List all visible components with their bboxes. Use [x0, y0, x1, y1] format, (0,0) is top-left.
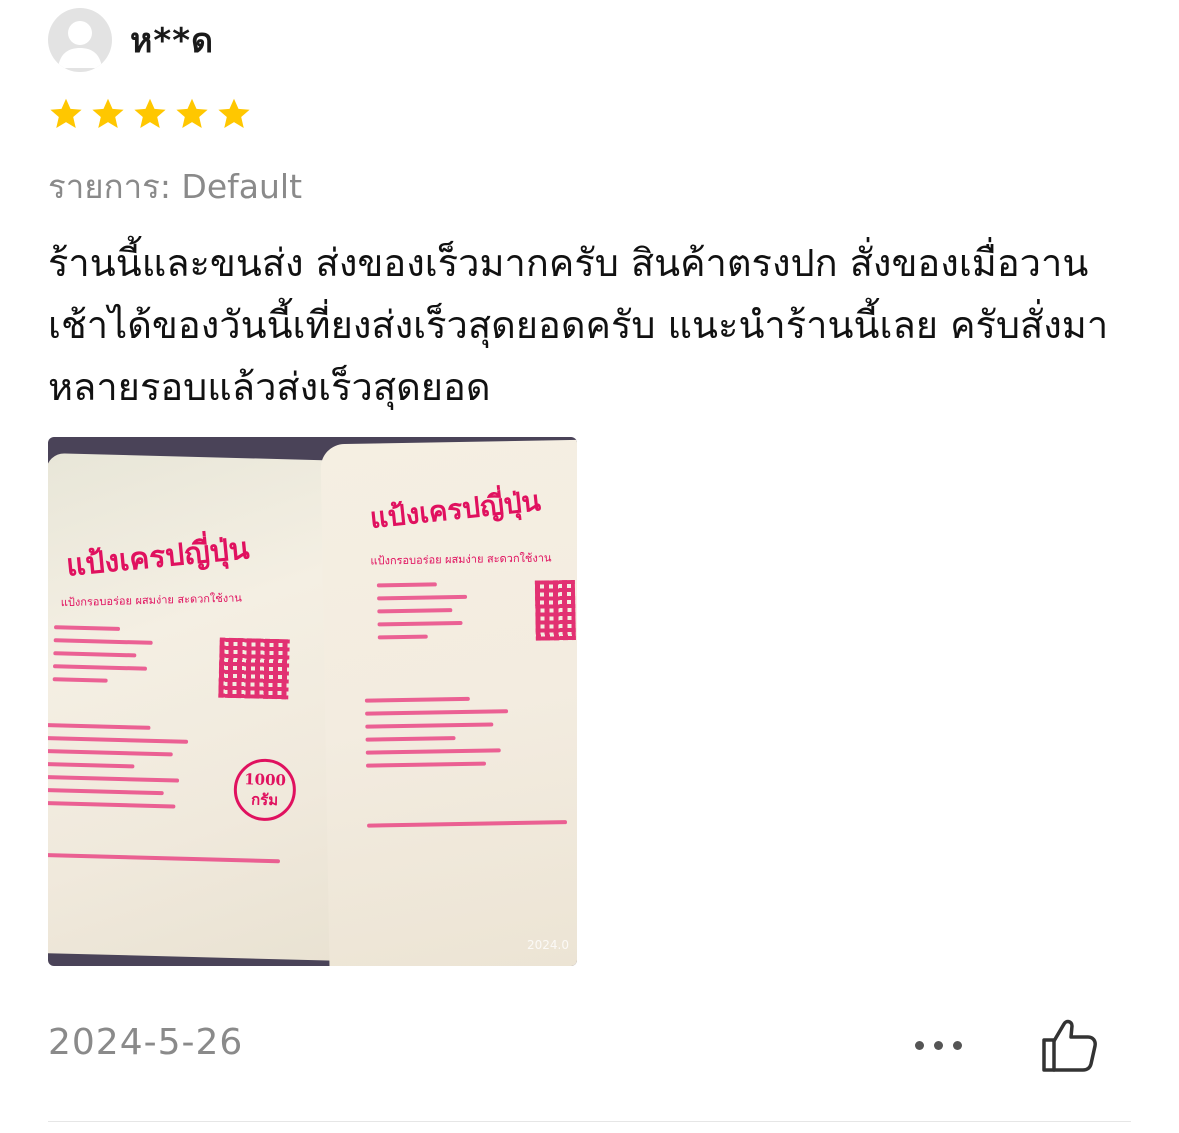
- review-card: ห**ด รายการ: Default ร้านนี้และขนส่ง ส่ง…: [48, 0, 1131, 1133]
- bag-text-lines: [376, 582, 478, 649]
- reviewer-name[interactable]: ห**ด: [130, 13, 214, 67]
- review-text: ร้านนี้และขนส่ง ส่งของเร็วมากครับ สินค้า…: [48, 241, 1109, 409]
- star-icon: [92, 98, 124, 128]
- more-dot: [952, 1040, 962, 1050]
- star-icon: [218, 98, 250, 128]
- bag-title: แป้งเครปญี่ปุ่น: [368, 484, 543, 535]
- user-avatar-icon: [58, 21, 102, 68]
- bag-title: แป้งเครปญี่ปุ่น: [64, 531, 251, 584]
- bag-instructions: [364, 696, 516, 777]
- variant-label: รายการ: Default: [48, 167, 303, 206]
- more-options-button[interactable]: [908, 1020, 968, 1070]
- star-icon: [176, 98, 208, 128]
- rating-stars: [48, 96, 252, 132]
- more-dot: [914, 1040, 924, 1050]
- divider: [48, 1121, 1131, 1122]
- qr-code: [218, 637, 290, 700]
- review-photo[interactable]: แป้งเครปญี่ปุ่น แป้งกรอบอร่อย ผสมง่าย สะ…: [48, 437, 577, 966]
- flour-bag-left: แป้งเครปญี่ปุ่น แป้งกรอบอร่อย ผสมง่าย สะ…: [48, 453, 359, 961]
- review-header: ห**ด: [48, 8, 214, 72]
- star-icon: [50, 98, 82, 128]
- weight-badge: 1000 กรัม: [233, 758, 297, 822]
- bag-text-lines: [52, 625, 164, 693]
- bag-footer-line: [367, 820, 568, 836]
- like-button[interactable]: [1038, 1012, 1098, 1076]
- bag-footer-line: [48, 852, 281, 872]
- bag-subtitle: แป้งกรอบอร่อย ผสมง่าย สะดวกใช้งาน: [370, 551, 552, 568]
- photo-stamp: 2024.0: [527, 938, 569, 952]
- bag-instructions: [48, 723, 195, 818]
- bag-subtitle: แป้งกรอบอร่อย ผสมง่าย สะดวกใช้งาน: [60, 591, 243, 610]
- qr-code: [534, 579, 576, 641]
- flour-bag-right: แป้งเครปญี่ปุ่น แป้งกรอบอร่อย ผสมง่าย สะ…: [320, 439, 577, 966]
- more-dot: [933, 1040, 943, 1050]
- review-date: 2024-5-26: [48, 1022, 244, 1063]
- avatar[interactable]: [48, 8, 112, 72]
- star-icon: [134, 98, 166, 128]
- thumbs-up-icon: [1042, 1019, 1097, 1072]
